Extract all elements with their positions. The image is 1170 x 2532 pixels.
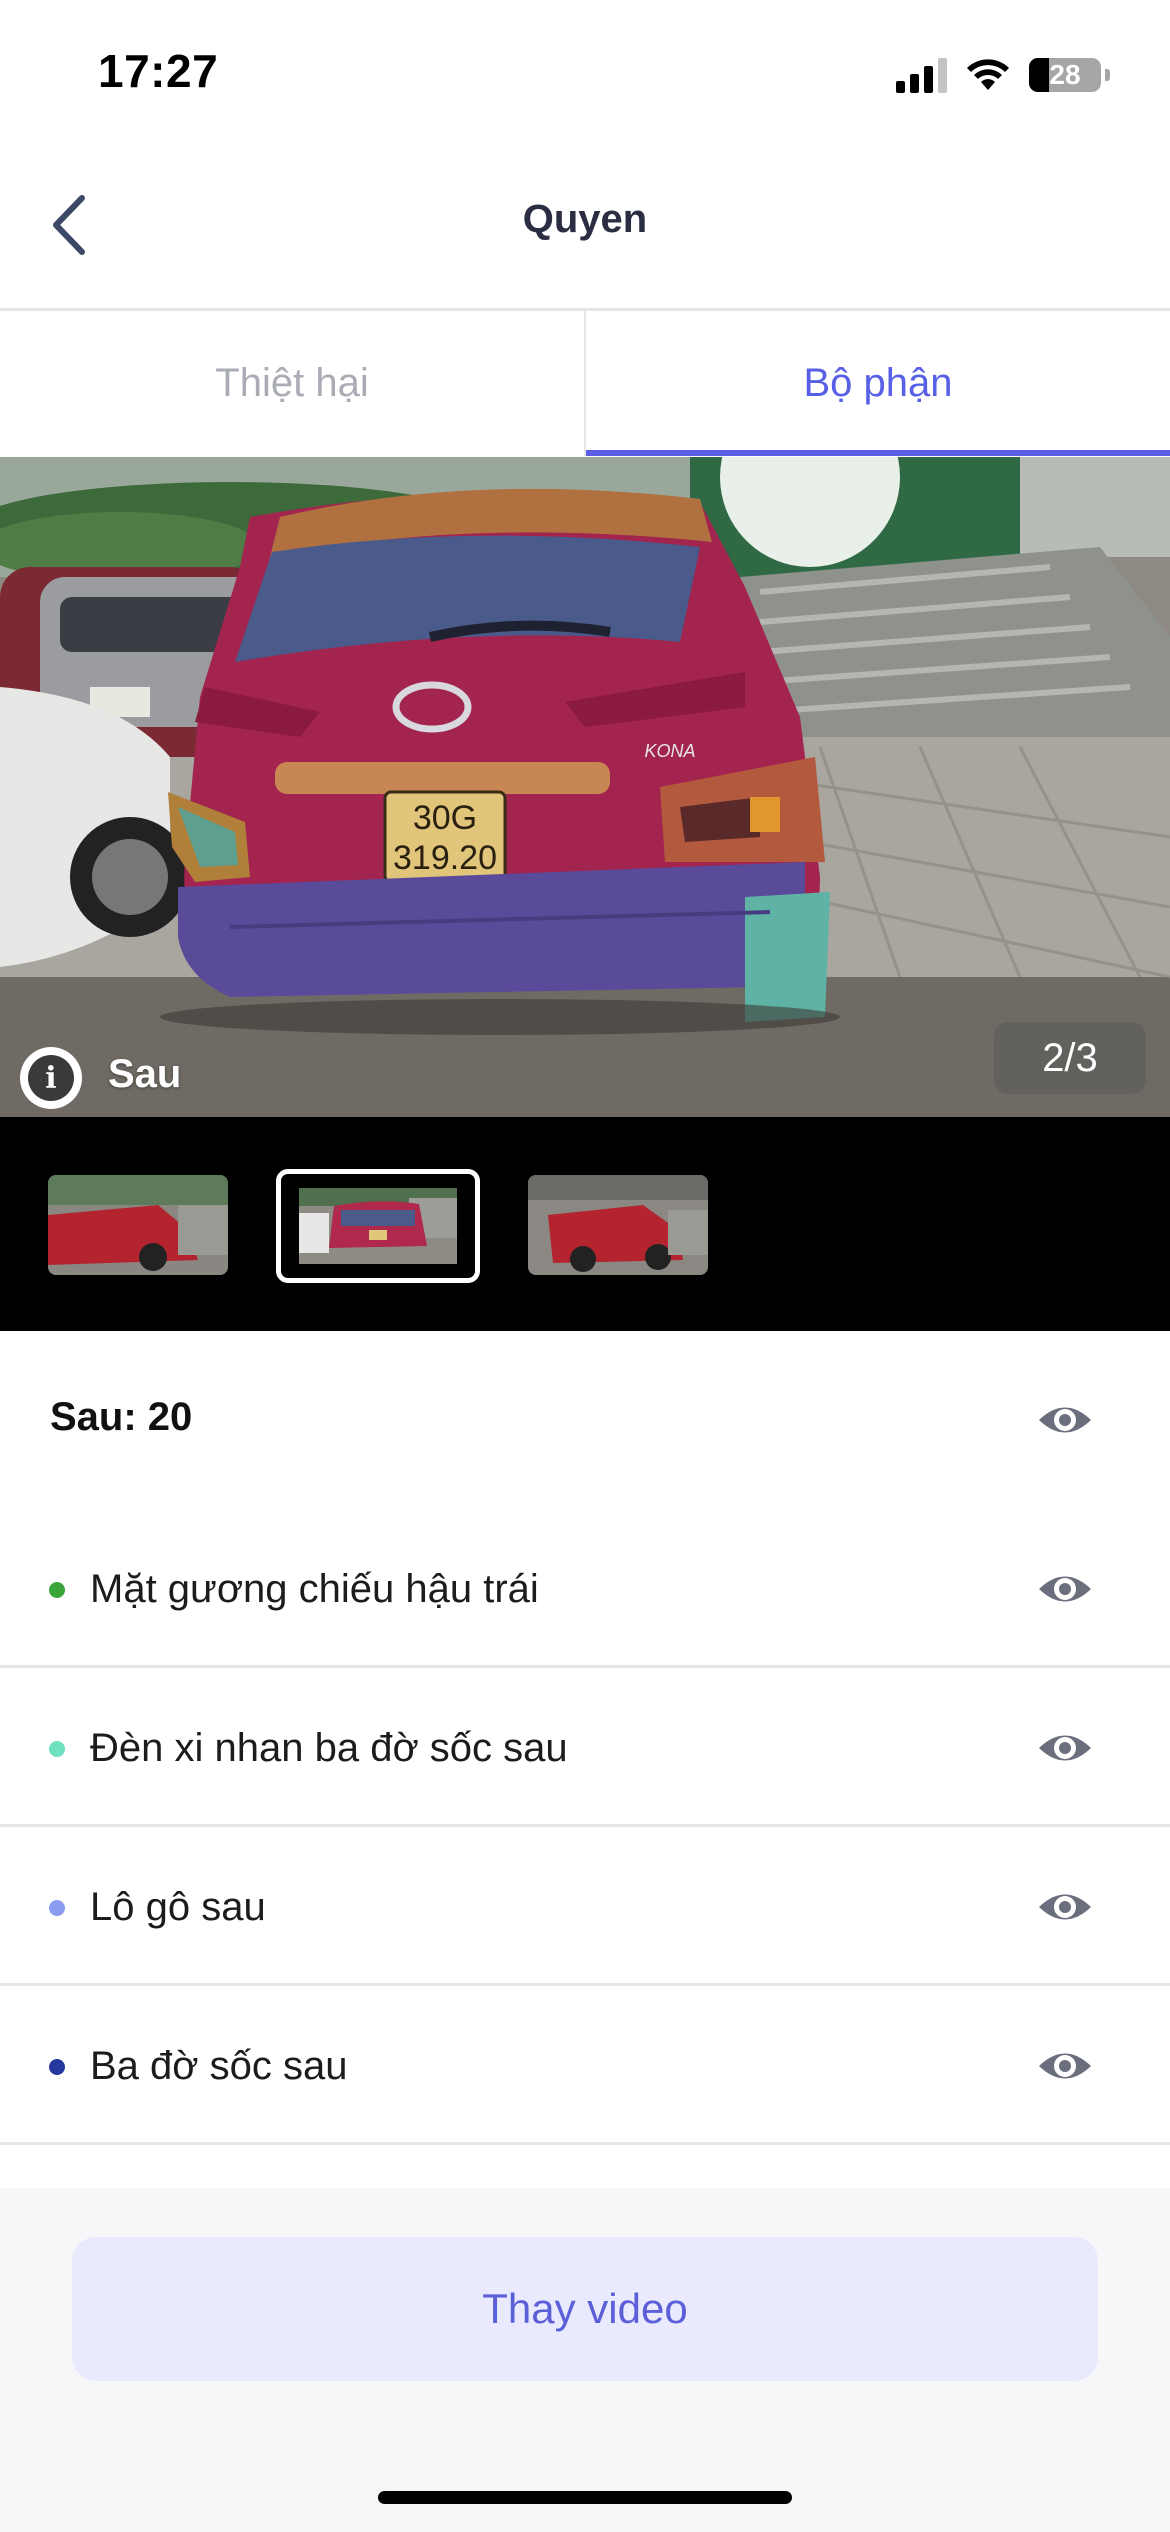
row-divider [0,1665,1170,1668]
row-divider [0,1983,1170,1986]
eye-icon [1039,2053,1091,2079]
part-row[interactable]: Mặt gương chiếu hậu trái [0,1510,1170,1668]
part-label: Ba đờ sốc sau [90,2044,348,2088]
part-row[interactable]: Đèn xi nhan ba đờ sốc sau [0,1669,1170,1827]
tab-damage[interactable]: Thiệt hại [0,311,586,456]
status-icons: 28 [896,50,1110,100]
battery-icon: 28 [1029,58,1101,92]
page-title: Quyen [522,197,648,241]
part-color-dot [49,1582,65,1598]
part-label: Lô gô sau [90,1885,266,1929]
row-divider [0,1824,1170,1827]
part-visibility-toggle[interactable] [1036,1719,1094,1777]
part-visibility-toggle[interactable] [1036,1560,1094,1618]
part-color-dot [49,1741,65,1757]
car-rear-photo: 30G 319.20 KONA [0,457,1170,1117]
row-divider [0,2142,1170,2145]
thumbnail-1[interactable] [48,1175,228,1275]
eye-icon [1039,1735,1091,1761]
eye-icon [1039,1894,1091,1920]
info-icon: i [28,1055,74,1101]
part-color-dot [49,2059,65,2075]
license-plate-line2: 319.20 [393,839,497,877]
part-color-dot [49,1900,65,1916]
part-row[interactable]: Ba đờ sốc sau [0,1987,1170,2145]
license-plate-line1: 30G [413,799,477,837]
part-row[interactable]: Lô gô sau [0,1828,1170,1986]
eye-icon [1039,1407,1091,1433]
kona-badge: KONA [644,741,695,761]
tab-bar: Thiệt hại Bộ phận [0,311,1170,456]
part-label: Đèn xi nhan ba đờ sốc sau [90,1726,568,1770]
car-photo[interactable]: 30G 319.20 KONA [0,457,1170,1117]
tab-parts[interactable]: Bộ phận [586,311,1170,456]
eye-icon [1039,1576,1091,1602]
thumbnail-2-selected[interactable] [276,1169,480,1283]
home-indicator [378,2491,792,2504]
status-time: 17:27 [98,45,219,97]
wifi-icon [967,59,1009,90]
photo-counter: 2/3 [994,1022,1146,1094]
part-visibility-toggle[interactable] [1036,1878,1094,1936]
thumbnail-3[interactable] [528,1175,708,1275]
thumbnail-strip [0,1117,1170,1331]
part-label: Mặt gương chiếu hậu trái [90,1567,539,1611]
summary-visibility-toggle[interactable] [1036,1391,1094,1449]
replace-video-button[interactable]: Thay video [72,2237,1098,2381]
cellular-signal-icon [896,57,947,93]
photo-view-label: Sau [108,1052,182,1096]
parts-summary: Sau: 20 [50,1395,193,1439]
battery-level: 28 [1049,59,1081,90]
part-visibility-toggle[interactable] [1036,2037,1094,2095]
info-button[interactable]: i [20,1047,82,1109]
